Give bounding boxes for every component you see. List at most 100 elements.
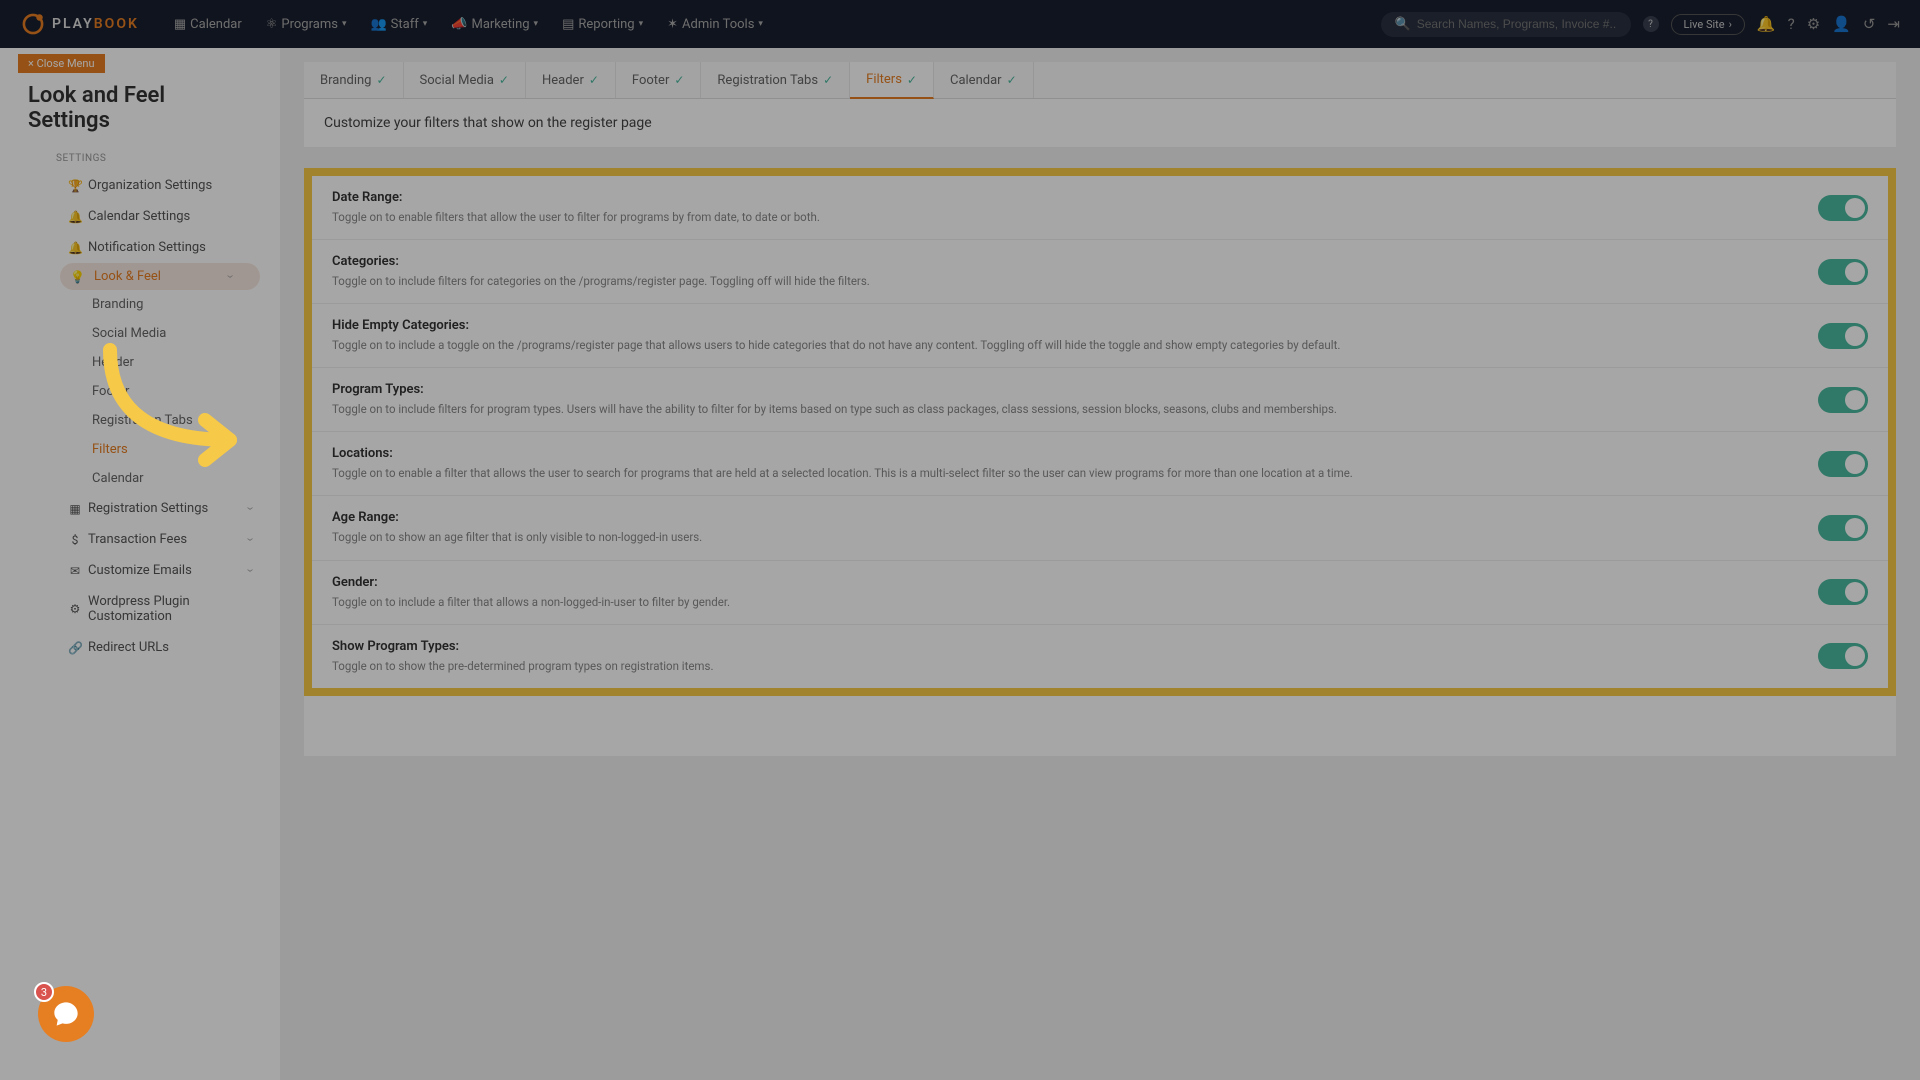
toggle-categories[interactable] (1818, 259, 1868, 285)
filter-desc: Toggle on to enable a filter that allows… (332, 465, 1818, 481)
nav-calendar[interactable]: ▦Calendar (164, 11, 252, 38)
logo-text: PLAYBOOK (52, 16, 139, 32)
main-content: Branding✓ Social Media✓ Header✓ Footer✓ … (280, 48, 1920, 1080)
filter-desc: Toggle on to enable filters that allow t… (332, 209, 1818, 225)
staff-icon: 👥 (370, 17, 386, 32)
tab-footer[interactable]: Footer✓ (616, 62, 702, 98)
toggle-show-program-types[interactable] (1818, 643, 1868, 669)
logo-icon (20, 11, 46, 37)
user-icon[interactable]: 👤 (1832, 15, 1851, 33)
filter-title: Locations: (332, 446, 1818, 461)
trophy-icon: 🏆 (68, 179, 82, 193)
clipboard-icon: ▦ (68, 502, 82, 516)
tab-calendar[interactable]: Calendar✓ (934, 62, 1034, 98)
submenu-header[interactable]: Header (0, 348, 280, 377)
search-input[interactable] (1417, 17, 1617, 31)
tab-social-media[interactable]: Social Media✓ (404, 62, 526, 98)
settings-section-label: SETTINGS (0, 147, 280, 170)
sidebar-item-look-feel[interactable]: 💡Look & Feel (60, 263, 260, 290)
history-icon[interactable]: ↺ (1863, 15, 1876, 33)
marketing-icon: 📣 (451, 17, 467, 32)
check-icon: ✓ (674, 73, 684, 87)
tab-filters[interactable]: Filters✓ (850, 62, 934, 99)
tabs: Branding✓ Social Media✓ Header✓ Footer✓ … (304, 62, 1896, 99)
filter-title: Age Range: (332, 510, 1818, 525)
top-navbar: PLAYBOOK ▦Calendar ⚛Programs▾ 👥Staff▾ 📣M… (0, 0, 1920, 48)
tab-subtitle: Customize your filters that show on the … (304, 99, 1896, 148)
tab-branding[interactable]: Branding✓ (304, 62, 404, 98)
calendar-icon: ▦ (174, 17, 186, 32)
submenu-registration-tabs[interactable]: Registration Tabs (0, 406, 280, 435)
toggle-locations[interactable] (1818, 451, 1868, 477)
sidebar-item-registration-settings[interactable]: ▦Registration Settings (0, 493, 280, 524)
nav-programs[interactable]: ⚛Programs▾ (256, 11, 357, 38)
chat-badge: 3 (34, 982, 54, 1002)
search-box[interactable]: 🔍 (1381, 12, 1631, 37)
toggle-gender[interactable] (1818, 579, 1868, 605)
mail-icon: ✉ (68, 564, 82, 578)
link-icon: 🔗 (68, 641, 82, 655)
sidebar-item-customize-emails[interactable]: ✉Customize Emails (0, 555, 280, 586)
sidebar-item-calendar-settings[interactable]: 🔔Calendar Settings (0, 201, 280, 232)
help-icon[interactable]: ? (1788, 15, 1795, 33)
chat-bubble[interactable]: 3 (38, 986, 94, 1042)
chevron-down-icon: ▾ (534, 19, 539, 29)
nav-right: 🔍 ? Live Site› 🔔 ? ⚙ 👤 ↺ ⇥ (1381, 12, 1900, 37)
submenu-filters[interactable]: Filters (0, 435, 280, 464)
check-icon: ✓ (499, 73, 509, 87)
live-site-button[interactable]: Live Site› (1671, 14, 1745, 35)
nav-staff[interactable]: 👥Staff▾ (360, 11, 437, 38)
filter-title: Gender: (332, 575, 1818, 590)
submenu-footer[interactable]: Footer (0, 377, 280, 406)
filter-row-locations: Locations: Toggle on to enable a filter t… (312, 432, 1888, 496)
logo[interactable]: PLAYBOOK (20, 11, 139, 37)
sidebar-item-redirect-urls[interactable]: 🔗Redirect URLs (0, 632, 280, 663)
bell-icon: 🔔 (68, 210, 82, 224)
filter-row-hide-empty: Hide Empty Categories: Toggle on to inclu… (312, 304, 1888, 368)
sidebar-item-organization[interactable]: 🏆Organization Settings (0, 170, 280, 201)
submenu-calendar[interactable]: Calendar (0, 464, 280, 493)
submenu-branding[interactable]: Branding (0, 290, 280, 319)
filter-desc: Toggle on to include filters for program… (332, 401, 1818, 417)
tab-header[interactable]: Header✓ (526, 62, 616, 98)
chevron-down-icon: ▾ (639, 19, 644, 29)
gear-icon[interactable]: ⚙ (1807, 15, 1820, 33)
filter-desc: Toggle on to include a filter that allow… (332, 594, 1818, 610)
search-icon: 🔍 (1395, 17, 1411, 32)
toggle-date-range[interactable] (1818, 195, 1868, 221)
filters-panel: Date Range: Toggle on to enable filters t… (304, 168, 1896, 696)
logout-icon[interactable]: ⇥ (1887, 15, 1900, 33)
sidebar-item-notification-settings[interactable]: 🔔Notification Settings (0, 232, 280, 263)
chevron-down-icon: ▾ (342, 19, 347, 29)
filter-desc: Toggle on to show the pre-determined pro… (332, 658, 1818, 674)
tab-registration-tabs[interactable]: Registration Tabs✓ (701, 62, 850, 98)
filter-title: Date Range: (332, 190, 1818, 205)
submenu-social-media[interactable]: Social Media (0, 319, 280, 348)
help-badge[interactable]: ? (1643, 16, 1659, 32)
chevron-right-icon: › (1729, 18, 1732, 31)
chevron-down-icon: ▾ (423, 19, 428, 29)
check-icon: ✓ (1007, 73, 1017, 87)
close-menu-button[interactable]: × Close Menu (18, 54, 105, 73)
toggle-age-range[interactable] (1818, 515, 1868, 541)
bell-icon[interactable]: 🔔 (1757, 15, 1776, 33)
filters-panel-highlight: Date Range: Toggle on to enable filters t… (304, 168, 1896, 696)
nav-reporting[interactable]: ▤Reporting▾ (552, 11, 653, 38)
sidebar-item-transaction-fees[interactable]: $Transaction Fees (0, 524, 280, 555)
sidebar-item-wordpress[interactable]: ⚙Wordpress Plugin Customization (0, 586, 280, 632)
check-icon: ✓ (376, 73, 386, 87)
chevron-down-icon: ▾ (758, 19, 763, 29)
nav-admin-tools[interactable]: ✶Admin Tools▾ (657, 11, 773, 38)
toggle-hide-empty[interactable] (1818, 323, 1868, 349)
filter-desc: Toggle on to show an age filter that is … (332, 529, 1818, 545)
check-icon: ✓ (823, 73, 833, 87)
nav-marketing[interactable]: 📣Marketing▾ (441, 11, 548, 38)
check-icon: ✓ (589, 73, 599, 87)
filter-row-program-types: Program Types: Toggle on to include filte… (312, 368, 1888, 432)
filter-title: Program Types: (332, 382, 1818, 397)
filter-desc: Toggle on to include filters for categor… (332, 273, 1818, 289)
filter-desc: Toggle on to include a toggle on the /pr… (332, 337, 1818, 353)
filter-row-age-range: Age Range: Toggle on to show an age filte… (312, 496, 1888, 560)
filter-title: Hide Empty Categories: (332, 318, 1818, 333)
toggle-program-types[interactable] (1818, 387, 1868, 413)
